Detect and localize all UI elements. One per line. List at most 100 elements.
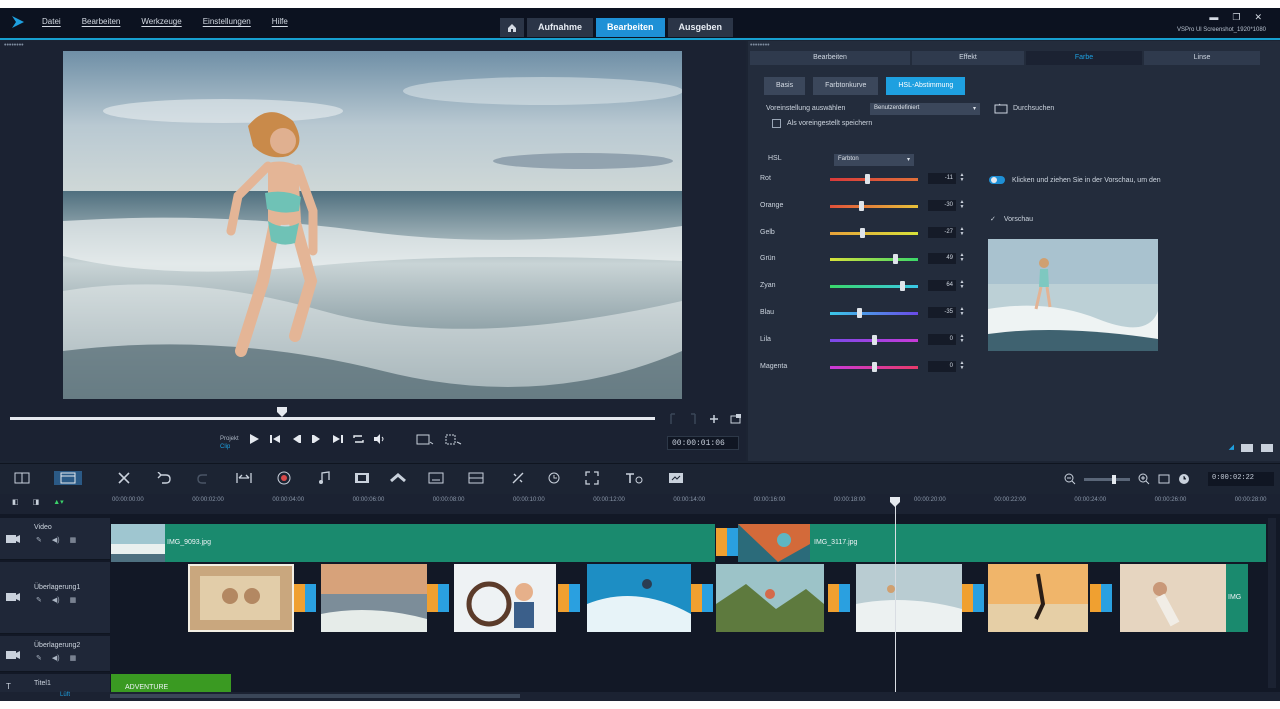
ripple-icon[interactable]: ▦ xyxy=(70,654,77,662)
zoom-slider-knob[interactable] xyxy=(1112,474,1116,484)
redo-button[interactable] xyxy=(196,471,212,485)
fit-project-icon[interactable] xyxy=(1158,473,1170,485)
minimize-icon[interactable]: ▬ xyxy=(1209,12,1218,23)
overlay-clip-5[interactable] xyxy=(716,564,824,632)
hsl-value-field[interactable]: 0 xyxy=(928,360,956,372)
video-clip-2[interactable]: IMG_3117.jpg xyxy=(738,524,1266,562)
transition[interactable] xyxy=(558,584,580,612)
timeline-vertical-scrollbar[interactable] xyxy=(1268,518,1276,688)
panel-tab-linse[interactable]: Linse xyxy=(1144,51,1260,65)
track-manager-icon[interactable]: ◧ xyxy=(12,498,19,506)
hsl-slider-knob[interactable] xyxy=(857,308,863,318)
mark-out-icon[interactable] xyxy=(688,413,698,425)
overlay-clip-6[interactable] xyxy=(856,564,962,632)
maximize-icon[interactable]: ❐ xyxy=(1232,12,1240,23)
zoom-slider[interactable] xyxy=(1084,474,1130,484)
time-remapping-button[interactable] xyxy=(546,471,562,485)
hsl-slider-knob[interactable] xyxy=(858,200,864,211)
panel-drag-handle-icon[interactable]: •••••••• xyxy=(750,42,770,49)
save-preset-option[interactable]: Als voreingestellt speichern xyxy=(772,119,872,128)
ripple-icon[interactable]: ▦ xyxy=(70,536,77,544)
mark-in-icon[interactable] xyxy=(668,413,678,425)
hsl-mode-dropdown[interactable]: Farbton ▾ xyxy=(834,154,914,166)
audio-mixer-button[interactable] xyxy=(316,471,332,485)
preset-dropdown[interactable]: Benutzerdefiniert ▾ xyxy=(870,103,980,115)
hsl-value-field[interactable]: 64 xyxy=(928,280,956,292)
edit-icon[interactable]: ✎ xyxy=(36,536,42,544)
thumbnail-view-icon[interactable] xyxy=(1260,443,1274,453)
transition[interactable] xyxy=(294,584,316,612)
close-icon[interactable]: ✕ xyxy=(1254,12,1262,23)
scroll-thumb[interactable] xyxy=(110,694,520,698)
multicam-button[interactable] xyxy=(354,471,370,485)
transition[interactable] xyxy=(691,584,713,612)
overlay-clip-1[interactable] xyxy=(188,564,294,632)
overlay-clip-9[interactable]: IMG xyxy=(1226,564,1248,632)
arrow-icon[interactable]: ◢ xyxy=(1229,443,1234,453)
track-header-overlay2[interactable]: Überlagerung2 ✎ ◀) ▦ xyxy=(0,636,110,672)
grid-view-icon[interactable] xyxy=(1240,443,1254,453)
split-screen-button[interactable] xyxy=(468,471,484,485)
spinner-icon[interactable]: ▲ ▼ xyxy=(958,253,966,264)
zoom-in-icon[interactable] xyxy=(1138,473,1150,485)
hsl-slider-knob[interactable] xyxy=(872,334,877,345)
subtitle-button[interactable] xyxy=(428,471,444,485)
overlay-clip-8[interactable] xyxy=(1120,564,1226,632)
hsl-slider-track[interactable] xyxy=(830,312,918,315)
drag-handle-icon[interactable]: •••••••• xyxy=(4,42,24,49)
hd-preview-button[interactable] xyxy=(415,433,435,445)
playhead-handle-icon[interactable] xyxy=(890,497,900,507)
motion-tracking-button[interactable] xyxy=(390,471,406,485)
home-start-button[interactable] xyxy=(269,433,281,445)
hsl-slider-track[interactable] xyxy=(830,204,918,208)
pan-zoom-button[interactable] xyxy=(584,471,600,485)
record-button[interactable] xyxy=(276,471,292,485)
hsl-value-field[interactable]: -30 xyxy=(928,199,956,211)
subtab-farbtonkurve[interactable]: Farbtonkurve xyxy=(813,77,879,95)
spinner-icon[interactable]: ▲ ▼ xyxy=(958,333,966,345)
repeat-button[interactable] xyxy=(353,433,365,445)
split-clip-icon[interactable] xyxy=(708,413,720,425)
save-preset-checkbox-icon[interactable] xyxy=(772,119,781,128)
title-button[interactable] xyxy=(624,471,646,485)
spinner-icon[interactable]: ▲ ▼ xyxy=(958,360,966,372)
speaker-icon[interactable]: ◀) xyxy=(52,654,60,662)
menu-bearbeiten[interactable]: Bearbeiten xyxy=(82,17,121,26)
panel-tab-farbe[interactable]: Farbe xyxy=(1026,51,1142,65)
hsl-slider-track[interactable] xyxy=(830,258,918,262)
subtab-basis[interactable]: Basis xyxy=(764,77,806,95)
preview-thumb-option[interactable]: ✓ Vorschau xyxy=(990,215,1033,223)
speaker-icon[interactable]: ◀) xyxy=(52,596,60,604)
home-button[interactable] xyxy=(500,18,524,37)
transition[interactable] xyxy=(1090,584,1112,612)
hsl-slider-knob[interactable] xyxy=(900,281,906,292)
hsl-slider-knob[interactable] xyxy=(859,227,865,238)
hsl-value-field[interactable]: 0 xyxy=(928,333,956,345)
video-editor-button[interactable] xyxy=(668,471,684,485)
timeline-ruler[interactable]: ◧ ◨ ▲▾ 00:00:00:00 00:00:02:00 00:00:04:00… xyxy=(0,494,1280,514)
timeline-timecode[interactable]: 0:00:02:22 xyxy=(1208,472,1274,486)
menu-hilfe[interactable]: Hilfe xyxy=(272,17,288,26)
hsl-slider-knob[interactable] xyxy=(893,254,899,265)
hsl-slider-knob[interactable] xyxy=(864,174,870,184)
tab-aufnahme[interactable]: Aufnahme xyxy=(527,18,594,37)
scrubber-handle-icon[interactable] xyxy=(277,407,287,417)
speaker-icon[interactable]: ◀) xyxy=(52,536,60,544)
add-marker-icon[interactable]: ▲▾ xyxy=(53,498,63,506)
menu-werkzeuge[interactable]: Werkzeuge xyxy=(141,17,181,26)
track-header-overlay1[interactable]: Überlagerung1 ✎ ◀) ▦ xyxy=(0,562,110,634)
storyboard-view-button[interactable] xyxy=(14,471,30,485)
tab-ausgeben[interactable]: Ausgeben xyxy=(667,18,734,37)
spinner-icon[interactable]: ▲ ▼ xyxy=(958,173,966,184)
undo-button[interactable] xyxy=(156,471,172,485)
browse-button[interactable]: Durchsuchen xyxy=(994,103,1054,114)
eyedropper-toggle-icon[interactable] xyxy=(988,174,1006,186)
tools-button[interactable] xyxy=(116,471,132,485)
timeline-view-button[interactable] xyxy=(54,471,82,485)
hsl-slider-track[interactable] xyxy=(830,178,918,181)
project-clip-toggle[interactable]: Projekt Clip xyxy=(220,435,239,450)
playhead-line[interactable] xyxy=(895,502,896,692)
hsl-value-field[interactable]: -27 xyxy=(928,226,956,238)
panel-tab-bearbeiten[interactable]: Bearbeiten xyxy=(750,51,910,65)
volume-button[interactable] xyxy=(374,433,386,445)
